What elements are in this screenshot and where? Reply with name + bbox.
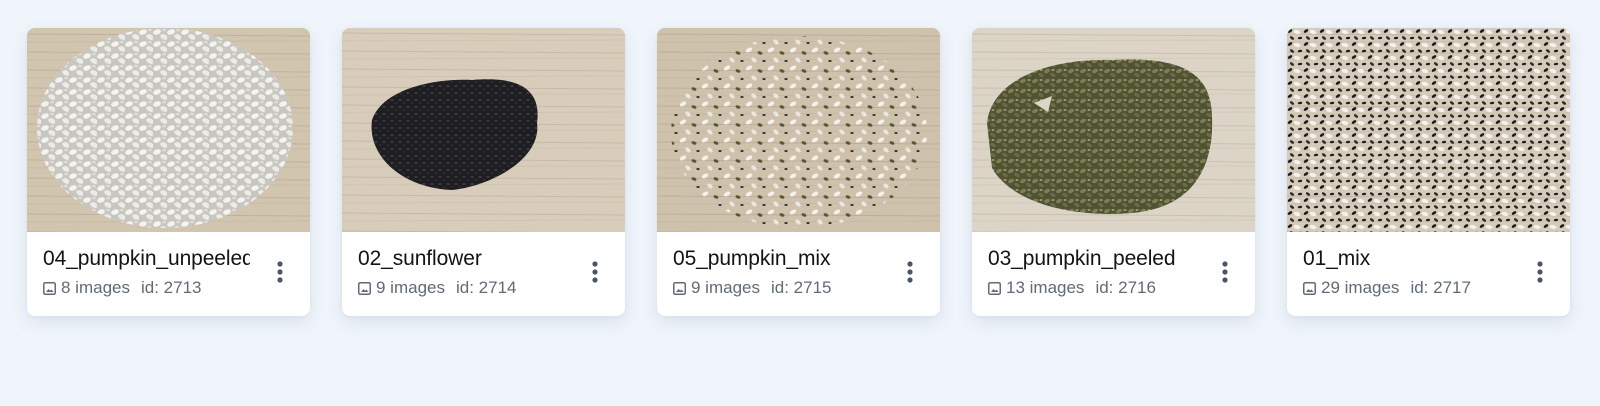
more-vertical-icon	[1222, 261, 1228, 283]
image-icon	[43, 281, 56, 295]
dataset-id: id: 2715	[770, 278, 832, 297]
dataset-thumbnail[interactable]	[1287, 28, 1570, 232]
dataset-thumbnail[interactable]	[27, 28, 310, 232]
seed-photo	[972, 28, 1255, 232]
more-menu-button[interactable]	[900, 257, 920, 287]
more-vertical-icon	[277, 261, 283, 283]
dataset-info: 02_sunflower 9 images id: 2714	[342, 232, 625, 316]
dataset-meta: 9 images id: 2715	[673, 278, 831, 298]
seed-photo	[27, 28, 310, 232]
dataset-title[interactable]: 05_pumpkin_mix	[673, 246, 880, 272]
dataset-id: id: 2714	[455, 278, 517, 297]
image-count: 29 images	[1321, 278, 1400, 297]
more-menu-button[interactable]	[1215, 257, 1235, 287]
dataset-thumbnail[interactable]	[657, 28, 940, 232]
seed-photo	[657, 28, 940, 232]
dataset-meta: 29 images id: 2717	[1303, 278, 1471, 298]
image-icon	[1303, 281, 1316, 295]
dataset-meta: 9 images id: 2714	[358, 278, 516, 298]
dataset-card[interactable]: 03_pumpkin_peeled 13 images id: 2716	[972, 28, 1255, 316]
dataset-title[interactable]: 04_pumpkin_unpeeled	[43, 246, 250, 272]
dataset-title[interactable]: 01_mix	[1303, 246, 1510, 272]
more-vertical-icon	[1537, 261, 1543, 283]
image-icon	[988, 281, 1001, 295]
dataset-info: 05_pumpkin_mix 9 images id: 2715	[657, 232, 940, 316]
more-menu-button[interactable]	[1530, 257, 1550, 287]
dataset-id: id: 2717	[1410, 278, 1471, 297]
seed-photo	[1287, 28, 1570, 232]
dataset-info: 01_mix 29 images id: 2717	[1287, 232, 1570, 316]
image-count: 13 images	[1006, 278, 1085, 297]
more-vertical-icon	[907, 261, 913, 283]
dataset-id: id: 2716	[1095, 278, 1156, 297]
dataset-card[interactable]: 05_pumpkin_mix 9 images id: 2715	[657, 28, 940, 316]
image-count: 9 images	[376, 278, 445, 297]
dataset-thumbnail[interactable]	[342, 28, 625, 232]
dataset-id: id: 2713	[140, 278, 202, 297]
dataset-thumbnail[interactable]	[972, 28, 1255, 232]
dataset-info: 03_pumpkin_peeled 13 images id: 2716	[972, 232, 1255, 316]
dataset-meta: 8 images id: 2713	[43, 278, 201, 298]
dataset-card[interactable]: 02_sunflower 9 images id: 2714	[342, 28, 625, 316]
dataset-info: 04_pumpkin_unpeeled 8 images id: 2713	[27, 232, 310, 316]
more-vertical-icon	[592, 261, 598, 283]
seed-photo	[342, 28, 625, 232]
image-icon	[673, 281, 686, 295]
dataset-grid: 04_pumpkin_unpeeled 8 images id: 2713 02…	[27, 28, 1570, 316]
dataset-title[interactable]: 03_pumpkin_peeled	[988, 246, 1195, 272]
dataset-title[interactable]: 02_sunflower	[358, 246, 565, 272]
dataset-card[interactable]: 01_mix 29 images id: 2717	[1287, 28, 1570, 316]
more-menu-button[interactable]	[585, 257, 605, 287]
image-icon	[358, 281, 371, 295]
image-count: 8 images	[61, 278, 130, 297]
dataset-meta: 13 images id: 2716	[988, 278, 1156, 298]
image-count: 9 images	[691, 278, 760, 297]
dataset-card[interactable]: 04_pumpkin_unpeeled 8 images id: 2713	[27, 28, 310, 316]
more-menu-button[interactable]	[270, 257, 290, 287]
